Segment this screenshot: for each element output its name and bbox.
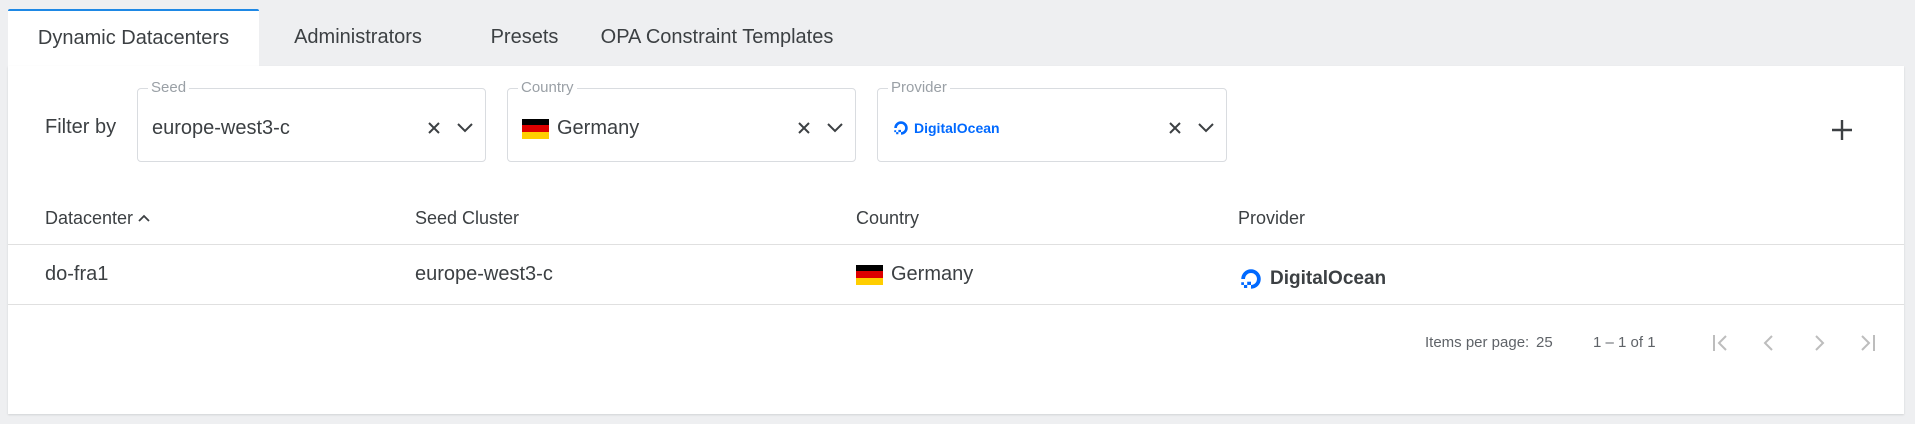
tab-bar: Dynamic Datacenters Administrators Prese… (8, 9, 842, 66)
column-header-provider[interactable]: Provider (1238, 208, 1305, 229)
next-page-icon[interactable] (1804, 328, 1834, 358)
germany-flag-icon (856, 264, 883, 285)
column-header-label: Provider (1238, 208, 1306, 228)
seed-select[interactable]: Seed europe-west3-c (137, 79, 486, 162)
provider-select[interactable]: Provider DigitalOcean (877, 79, 1227, 162)
digitalocean-icon (894, 121, 908, 135)
table-row-divider (8, 304, 1904, 305)
sort-ascending-icon (138, 214, 150, 222)
germany-flag-icon (522, 118, 549, 139)
country-select[interactable]: Country Germany (507, 79, 856, 162)
digitalocean-logo: DigitalOcean (892, 119, 1000, 137)
filter-label: Filter by (45, 116, 117, 138)
column-header-datacenter[interactable]: Datacenter (45, 208, 152, 229)
country-select-label: Country (518, 79, 577, 96)
close-icon[interactable] (1164, 117, 1186, 139)
cell-datacenter: do-fra1 (45, 263, 109, 285)
tab-opa-constraint-templates[interactable]: OPA Constraint Templates (592, 9, 842, 66)
tab-label: Presets (490, 26, 559, 48)
cell-provider-text: DigitalOcean (1270, 268, 1387, 289)
items-per-page-select[interactable]: 25 (1536, 334, 1553, 351)
cell-seed-cluster: europe-west3-c (415, 263, 553, 285)
table-header-divider (8, 244, 1904, 245)
column-header-label: Country (856, 208, 920, 228)
cell-country: Germany (856, 263, 973, 286)
provider-select-text: DigitalOcean (914, 120, 1000, 136)
chevron-down-icon[interactable] (1195, 117, 1217, 139)
country-select-text: Germany (557, 117, 640, 139)
cell-country-text: Germany (891, 263, 974, 285)
country-select-value: Germany (522, 117, 639, 140)
column-header-country[interactable]: Country (856, 208, 919, 229)
column-header-seed-cluster[interactable]: Seed Cluster (415, 208, 519, 229)
items-per-page-label: Items per page: (1425, 334, 1530, 351)
last-page-icon[interactable] (1853, 328, 1883, 358)
provider-select-label: Provider (888, 79, 950, 96)
column-header-label: Datacenter (45, 208, 134, 228)
tab-label: Dynamic Datacenters (37, 27, 230, 49)
previous-page-icon[interactable] (1754, 328, 1784, 358)
column-header-label: Seed Cluster (415, 208, 520, 228)
tab-presets[interactable]: Presets (457, 9, 592, 66)
plus-icon (1832, 120, 1852, 140)
first-page-icon[interactable] (1705, 328, 1735, 358)
digitalocean-icon (1241, 269, 1261, 289)
close-icon[interactable] (793, 117, 815, 139)
digitalocean-logo: DigitalOcean (1238, 266, 1386, 292)
seed-select-value: europe-west3-c (152, 117, 290, 139)
seed-select-label: Seed (148, 79, 190, 96)
add-datacenter-button[interactable] (1826, 114, 1858, 146)
close-icon[interactable] (423, 117, 445, 139)
chevron-down-icon[interactable] (454, 117, 476, 139)
tab-label: Administrators (294, 26, 422, 48)
tab-label: OPA Constraint Templates (600, 26, 834, 48)
pagination-range: 1 – 1 of 1 (1593, 334, 1656, 351)
tab-dynamic-datacenters[interactable]: Dynamic Datacenters (8, 9, 259, 66)
datacenters-card: Filter by Seed europe-west3-c Country Ge… (8, 66, 1904, 414)
tab-administrators[interactable]: Administrators (259, 9, 457, 66)
chevron-down-icon[interactable] (824, 117, 846, 139)
